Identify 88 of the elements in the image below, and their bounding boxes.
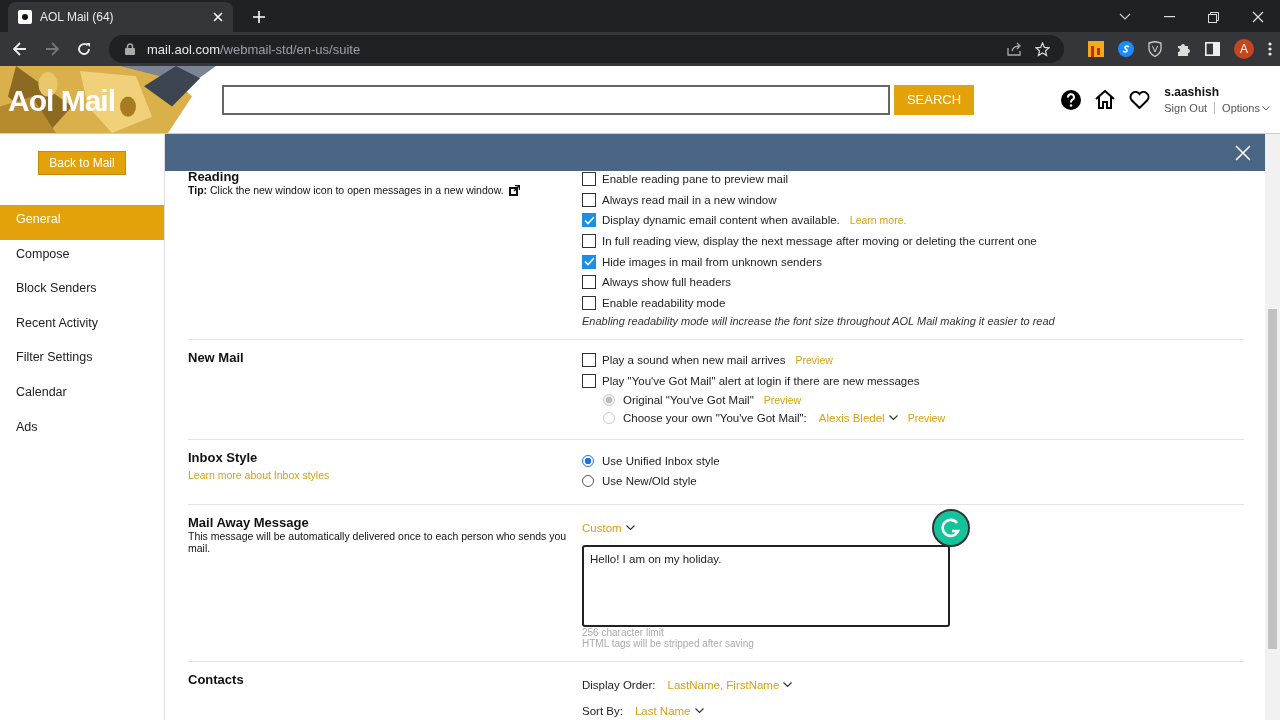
search-field[interactable] xyxy=(222,84,890,115)
extension-icon[interactable] xyxy=(1118,41,1134,57)
sidebar-item[interactable]: Block Senders xyxy=(0,274,164,309)
checkbox-label: Hide images in mail from unknown senders xyxy=(602,255,822,268)
checkbox[interactable] xyxy=(582,192,596,207)
sidebar-item[interactable]: Filter Settings xyxy=(0,343,164,378)
section-description: Tip: Click the new window icon to open messages in a new window. xyxy=(188,184,504,196)
option-link[interactable]: Preview xyxy=(795,354,833,367)
checkbox-label: Display dynamic email content when available. xyxy=(602,214,840,227)
restore-icon[interactable] xyxy=(1208,11,1219,23)
checkbox[interactable] xyxy=(582,275,596,290)
back-icon[interactable] xyxy=(13,42,27,56)
browser-tab[interactable]: AOL Mail (64) xyxy=(8,2,233,32)
star-icon[interactable] xyxy=(1035,41,1050,57)
checkbox[interactable] xyxy=(582,213,596,228)
learn-more-link[interactable]: Learn more about Inbox styles xyxy=(188,469,330,482)
heart-icon[interactable] xyxy=(1129,90,1151,109)
shield-icon[interactable] xyxy=(1148,41,1162,57)
chevron-down-icon[interactable] xyxy=(1119,13,1131,21)
note-text: Enabling readability mode will increase the font size throughout AOL Mail making it easier to read xyxy=(582,314,1056,328)
back-to-mail-button[interactable]: Back to Mail xyxy=(38,151,126,175)
profile-avatar[interactable]: A xyxy=(1234,39,1254,59)
sidebar-item[interactable]: Compose xyxy=(0,239,164,275)
options-link[interactable]: Options xyxy=(1222,102,1270,114)
home-icon[interactable] xyxy=(1095,90,1116,109)
radio-label: Original "You've Got Mail" xyxy=(623,394,754,407)
username: s.aashish xyxy=(1164,85,1220,99)
menu-icon[interactable] xyxy=(1268,42,1272,56)
dropdown[interactable]: Custom xyxy=(582,521,635,534)
puzzle-icon[interactable] xyxy=(1176,41,1191,57)
dropdown[interactable]: Last Name xyxy=(634,704,704,717)
dropdown-label: Sort By: xyxy=(582,704,623,717)
checkbox-label: Play a sound when new mail arrives xyxy=(602,354,786,367)
radio-label: Choose your own "You've Got Mail": xyxy=(623,412,807,425)
checkbox[interactable] xyxy=(582,295,596,310)
close-icon[interactable] xyxy=(1252,11,1264,23)
section-title: Mail Away Message xyxy=(188,514,310,530)
reload-icon[interactable] xyxy=(77,42,91,56)
url-text: mail.aol.com/webmail-std/en-us/suite xyxy=(147,41,361,57)
help-icon[interactable] xyxy=(1061,89,1082,110)
favicon-icon xyxy=(18,10,32,24)
message-field[interactable]: Hello! I am on my holiday. xyxy=(582,544,950,627)
radio-label: Use New/Old style xyxy=(602,475,697,488)
checkbox-label: Enable reading pane to preview mail xyxy=(602,173,789,186)
checkbox-label: Enable readability mode xyxy=(602,296,726,309)
caret-icon xyxy=(888,415,898,422)
radio-label: Use Unified Inbox style xyxy=(602,454,720,467)
search-button[interactable]: SEARCH xyxy=(894,84,974,115)
caret-icon xyxy=(694,707,704,714)
checkbox-label: Play "You've Got Mail" alert at login if there are new messages xyxy=(602,375,920,388)
section-title: Contacts xyxy=(188,671,245,687)
lock-icon xyxy=(125,43,135,55)
caret-icon xyxy=(783,681,793,688)
minimize-icon[interactable] xyxy=(1164,16,1175,18)
new-window-icon xyxy=(508,184,520,196)
section-description: This message will be automatically delivered once to each person who sends you mail. xyxy=(188,529,568,554)
share-icon[interactable] xyxy=(1007,42,1023,56)
sidebar-item[interactable]: Calendar xyxy=(0,377,164,413)
grammarly-icon[interactable] xyxy=(932,508,970,547)
checkbox[interactable] xyxy=(582,234,596,249)
tab-title: AOL Mail (64) xyxy=(40,10,115,24)
dropdown-label: Display Order: xyxy=(582,678,656,691)
side-panel-icon[interactable] xyxy=(1205,42,1220,56)
radio-button[interactable] xyxy=(582,454,594,467)
checkbox[interactable] xyxy=(582,353,596,368)
hint-text: 256 character limit xyxy=(582,626,665,638)
sidebar-item[interactable]: Ads xyxy=(0,412,164,448)
checkbox[interactable] xyxy=(582,374,596,389)
caret-icon xyxy=(1262,105,1270,111)
scrollbar[interactable] xyxy=(1265,134,1280,720)
checkbox-label: Always show full headers xyxy=(602,276,732,289)
section-title: Reading xyxy=(188,171,241,184)
dropdown[interactable]: LastName, FirstName xyxy=(667,678,793,691)
checkbox[interactable] xyxy=(582,254,596,269)
new-tab-icon[interactable] xyxy=(253,11,265,23)
sign-out-link[interactable]: Sign Out xyxy=(1164,102,1208,114)
section-title: New Mail xyxy=(188,350,245,366)
checkbox[interactable] xyxy=(582,172,596,187)
forward-icon[interactable] xyxy=(45,42,59,56)
hint-text: HTML tags will be stripped after saving xyxy=(582,637,755,649)
option-link[interactable]: Learn more. xyxy=(849,214,907,227)
checkbox-label: In full reading view, display the next message after moving or deleting the current one xyxy=(602,235,1037,248)
address-field[interactable]: mail.aol.com/webmail-std/en-us/suite xyxy=(109,35,1064,63)
checkbox-label: Always read mail in a new window xyxy=(602,193,777,206)
section-title: Inbox Style xyxy=(188,450,259,466)
caret-icon xyxy=(625,524,635,531)
sidebar-item[interactable]: General xyxy=(0,205,164,240)
sidebar-item[interactable]: Recent Activity xyxy=(0,308,164,344)
